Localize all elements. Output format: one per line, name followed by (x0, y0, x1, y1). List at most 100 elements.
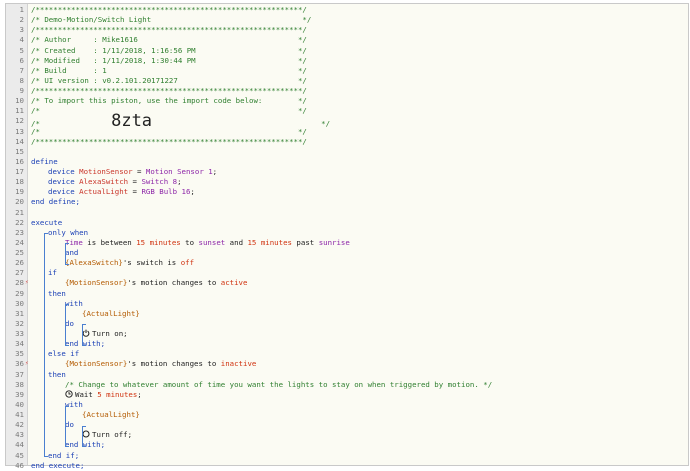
code-token: /* UI version : v0.2.101.20171227 */ (31, 75, 307, 85)
block-bracket-tick (82, 324, 86, 326)
line-content: only when (48, 228, 88, 238)
line-number: 46 (15, 460, 24, 470)
line-content: /***************************************… (31, 25, 307, 35)
code-token: = (128, 177, 142, 187)
line-content: if (48, 268, 57, 278)
code-token: do (65, 318, 74, 328)
code-token: /* Author : Mike1616 */ (31, 35, 307, 45)
code-line: 6 /* Modified : 1/11/2018, 1:30:44 PM */ (6, 56, 688, 66)
line-content: /* Author : Mike1616 */ (31, 35, 307, 45)
code-line: 12/* 8zta */ (6, 113, 688, 130)
block-bracket-tick (65, 405, 69, 407)
line-number: 8 (19, 75, 24, 85)
code-line: 32 do (6, 319, 688, 329)
line-content: and (65, 248, 78, 258)
code-token: 15 minutes (136, 237, 181, 247)
code-token: = (132, 167, 146, 176)
line-number: 28 (15, 278, 24, 288)
line-number: 4 (19, 35, 24, 45)
block-bracket-tick (82, 344, 86, 346)
code-line: 40 with (6, 400, 688, 410)
line-content: /* */ (31, 106, 307, 116)
block-bracket (82, 324, 83, 345)
code-token: 's motion changes to (127, 278, 221, 288)
code-token: {MotionSensor} (65, 359, 128, 369)
line-content: {ActualLight} (82, 309, 140, 319)
code-editor: 1 /**************************************… (5, 3, 689, 470)
code-token: off (180, 258, 195, 268)
code-line: 38 /* Change to whatever amount of time y… (6, 380, 688, 390)
code-line: 41 {ActualLight} (6, 410, 688, 420)
code-token: /***************************************… (31, 86, 307, 95)
code-token: to (180, 237, 199, 247)
line-number: 24 (15, 237, 24, 247)
line-content: device MotionSensor = Motion Sensor 1; (48, 167, 217, 177)
code-line: 37 then (6, 370, 688, 380)
line-number: 2 (19, 15, 24, 25)
block-bracket (65, 405, 66, 447)
code-token: 's motion changes to (127, 359, 221, 369)
code-line: 19 device ActualLight = RGB Bulb 16; (6, 187, 688, 197)
line-number: 33 (15, 329, 24, 338)
code-line: 21 (6, 208, 688, 218)
line-content: /***************************************… (31, 5, 307, 15)
code-token: and (65, 248, 79, 257)
line-content: /* Demo-Motion/Switch Light */ (31, 15, 311, 25)
line-number: 39 (15, 389, 24, 399)
code-token: /***************************************… (31, 136, 307, 146)
code-line: 31 {ActualLight} (6, 309, 688, 319)
line-content: /* Build : 1 */ (31, 66, 307, 76)
code-token: past (291, 237, 319, 247)
code-token: /* To import this piston, use the import… (31, 96, 307, 106)
code-token: ActualLight (79, 187, 129, 197)
code-token: /* */ (31, 106, 307, 116)
block-bracket-tick (65, 243, 69, 245)
code-token: /* Demo-Motion/Switch Light */ (31, 15, 312, 25)
line-number: 21 (15, 207, 24, 217)
block-bracket-tick (65, 304, 69, 306)
line-number: 22 (15, 217, 24, 227)
line-number: 17 (15, 167, 24, 176)
line-number: 30 (15, 298, 24, 308)
code-token: else if (48, 349, 80, 359)
line-content: /* Created : 1/11/2018, 1:16:56 PM */ (31, 46, 307, 56)
line-number: 34 (15, 339, 24, 349)
code-line: 28 ⚡ {MotionSensor}'s motion changes to ac… (6, 278, 688, 288)
line-number: 18 (15, 177, 24, 187)
line-content: /* UI version : v0.2.101.20171227 */ (31, 76, 307, 86)
code-token: device (48, 177, 80, 187)
code-line: 36 ⚡ {MotionSensor}'s motion changes to in… (6, 359, 688, 369)
code-token: {ActualLight} (82, 410, 140, 419)
trigger-icon: ⚡ (25, 279, 29, 287)
block-bracket-tick (65, 263, 69, 265)
line-content: {MotionSensor}'s motion changes to activ… (65, 278, 247, 288)
line-number: 9 (19, 86, 24, 95)
code-token: and (225, 237, 248, 247)
line-content: /* */ (31, 127, 307, 137)
code-line: 8 /* UI version : v0.2.101.20171227 */ (6, 76, 688, 86)
block-bracket (82, 425, 83, 447)
line-number: 5 (19, 45, 24, 55)
code-token: end execute; (31, 460, 85, 470)
code-token: {MotionSensor} (65, 278, 128, 288)
line-number: 13 (15, 126, 24, 136)
code-token: /* */ (31, 126, 307, 136)
code-token: end define; (31, 197, 80, 207)
code-token: active (220, 278, 248, 288)
line-content: /* Modified : 1/11/2018, 1:30:44 PM */ (31, 56, 307, 66)
line-content: execute (31, 218, 62, 228)
line-content: end if; (48, 451, 79, 461)
line-content: /* Change to whatever amount of time you… (65, 380, 492, 390)
code-line: 10 /* To import this piston, use the impo… (6, 96, 688, 106)
line-number: 29 (15, 288, 24, 298)
code-token: sunrise (318, 237, 350, 247)
line-number: 44 (15, 440, 24, 450)
code-line: 15 (6, 147, 688, 157)
code-token: end if; (48, 450, 80, 460)
line-number: 25 (15, 248, 24, 257)
code-line: 29 then (6, 289, 688, 299)
code-token: is between (82, 237, 137, 247)
line-content: else if (48, 349, 79, 359)
code-line: 2 /* Demo-Motion/Switch Light */ (6, 15, 688, 25)
block-bracket-tick (65, 446, 69, 448)
